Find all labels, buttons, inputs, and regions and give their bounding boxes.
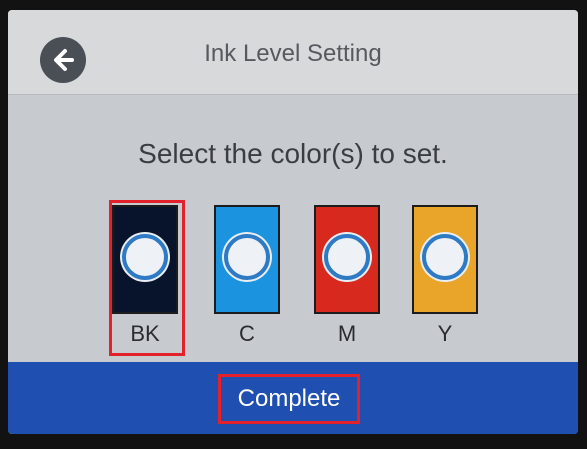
complete-button[interactable]: Complete	[218, 374, 360, 424]
page-title: Ink Level Setting	[204, 40, 382, 67]
printer-screen: Ink Level Setting Select the color(s) to…	[8, 10, 578, 434]
ink-label-y: Y	[437, 321, 453, 346]
ink-select-circle-icon	[422, 233, 468, 280]
device-bezel: Ink Level Setting Select the color(s) to…	[0, 0, 587, 449]
ink-select-circle-icon	[122, 233, 168, 280]
ink-tile-bk[interactable]	[112, 205, 178, 314]
ink-select-circle-icon	[324, 233, 370, 280]
ink-tile-m[interactable]	[314, 205, 380, 314]
footer-bar: Complete	[8, 362, 578, 434]
header-bar: Ink Level Setting	[8, 10, 578, 95]
ink-tile-y[interactable]	[412, 205, 478, 314]
ink-tile-c[interactable]	[214, 205, 280, 314]
instruction-text: Select the color(s) to set.	[138, 138, 448, 169]
ink-label-bk: BK	[130, 321, 160, 346]
ink-label-m: M	[337, 321, 357, 346]
ink-label-c: C	[239, 321, 255, 346]
ink-select-circle-icon	[224, 233, 270, 280]
